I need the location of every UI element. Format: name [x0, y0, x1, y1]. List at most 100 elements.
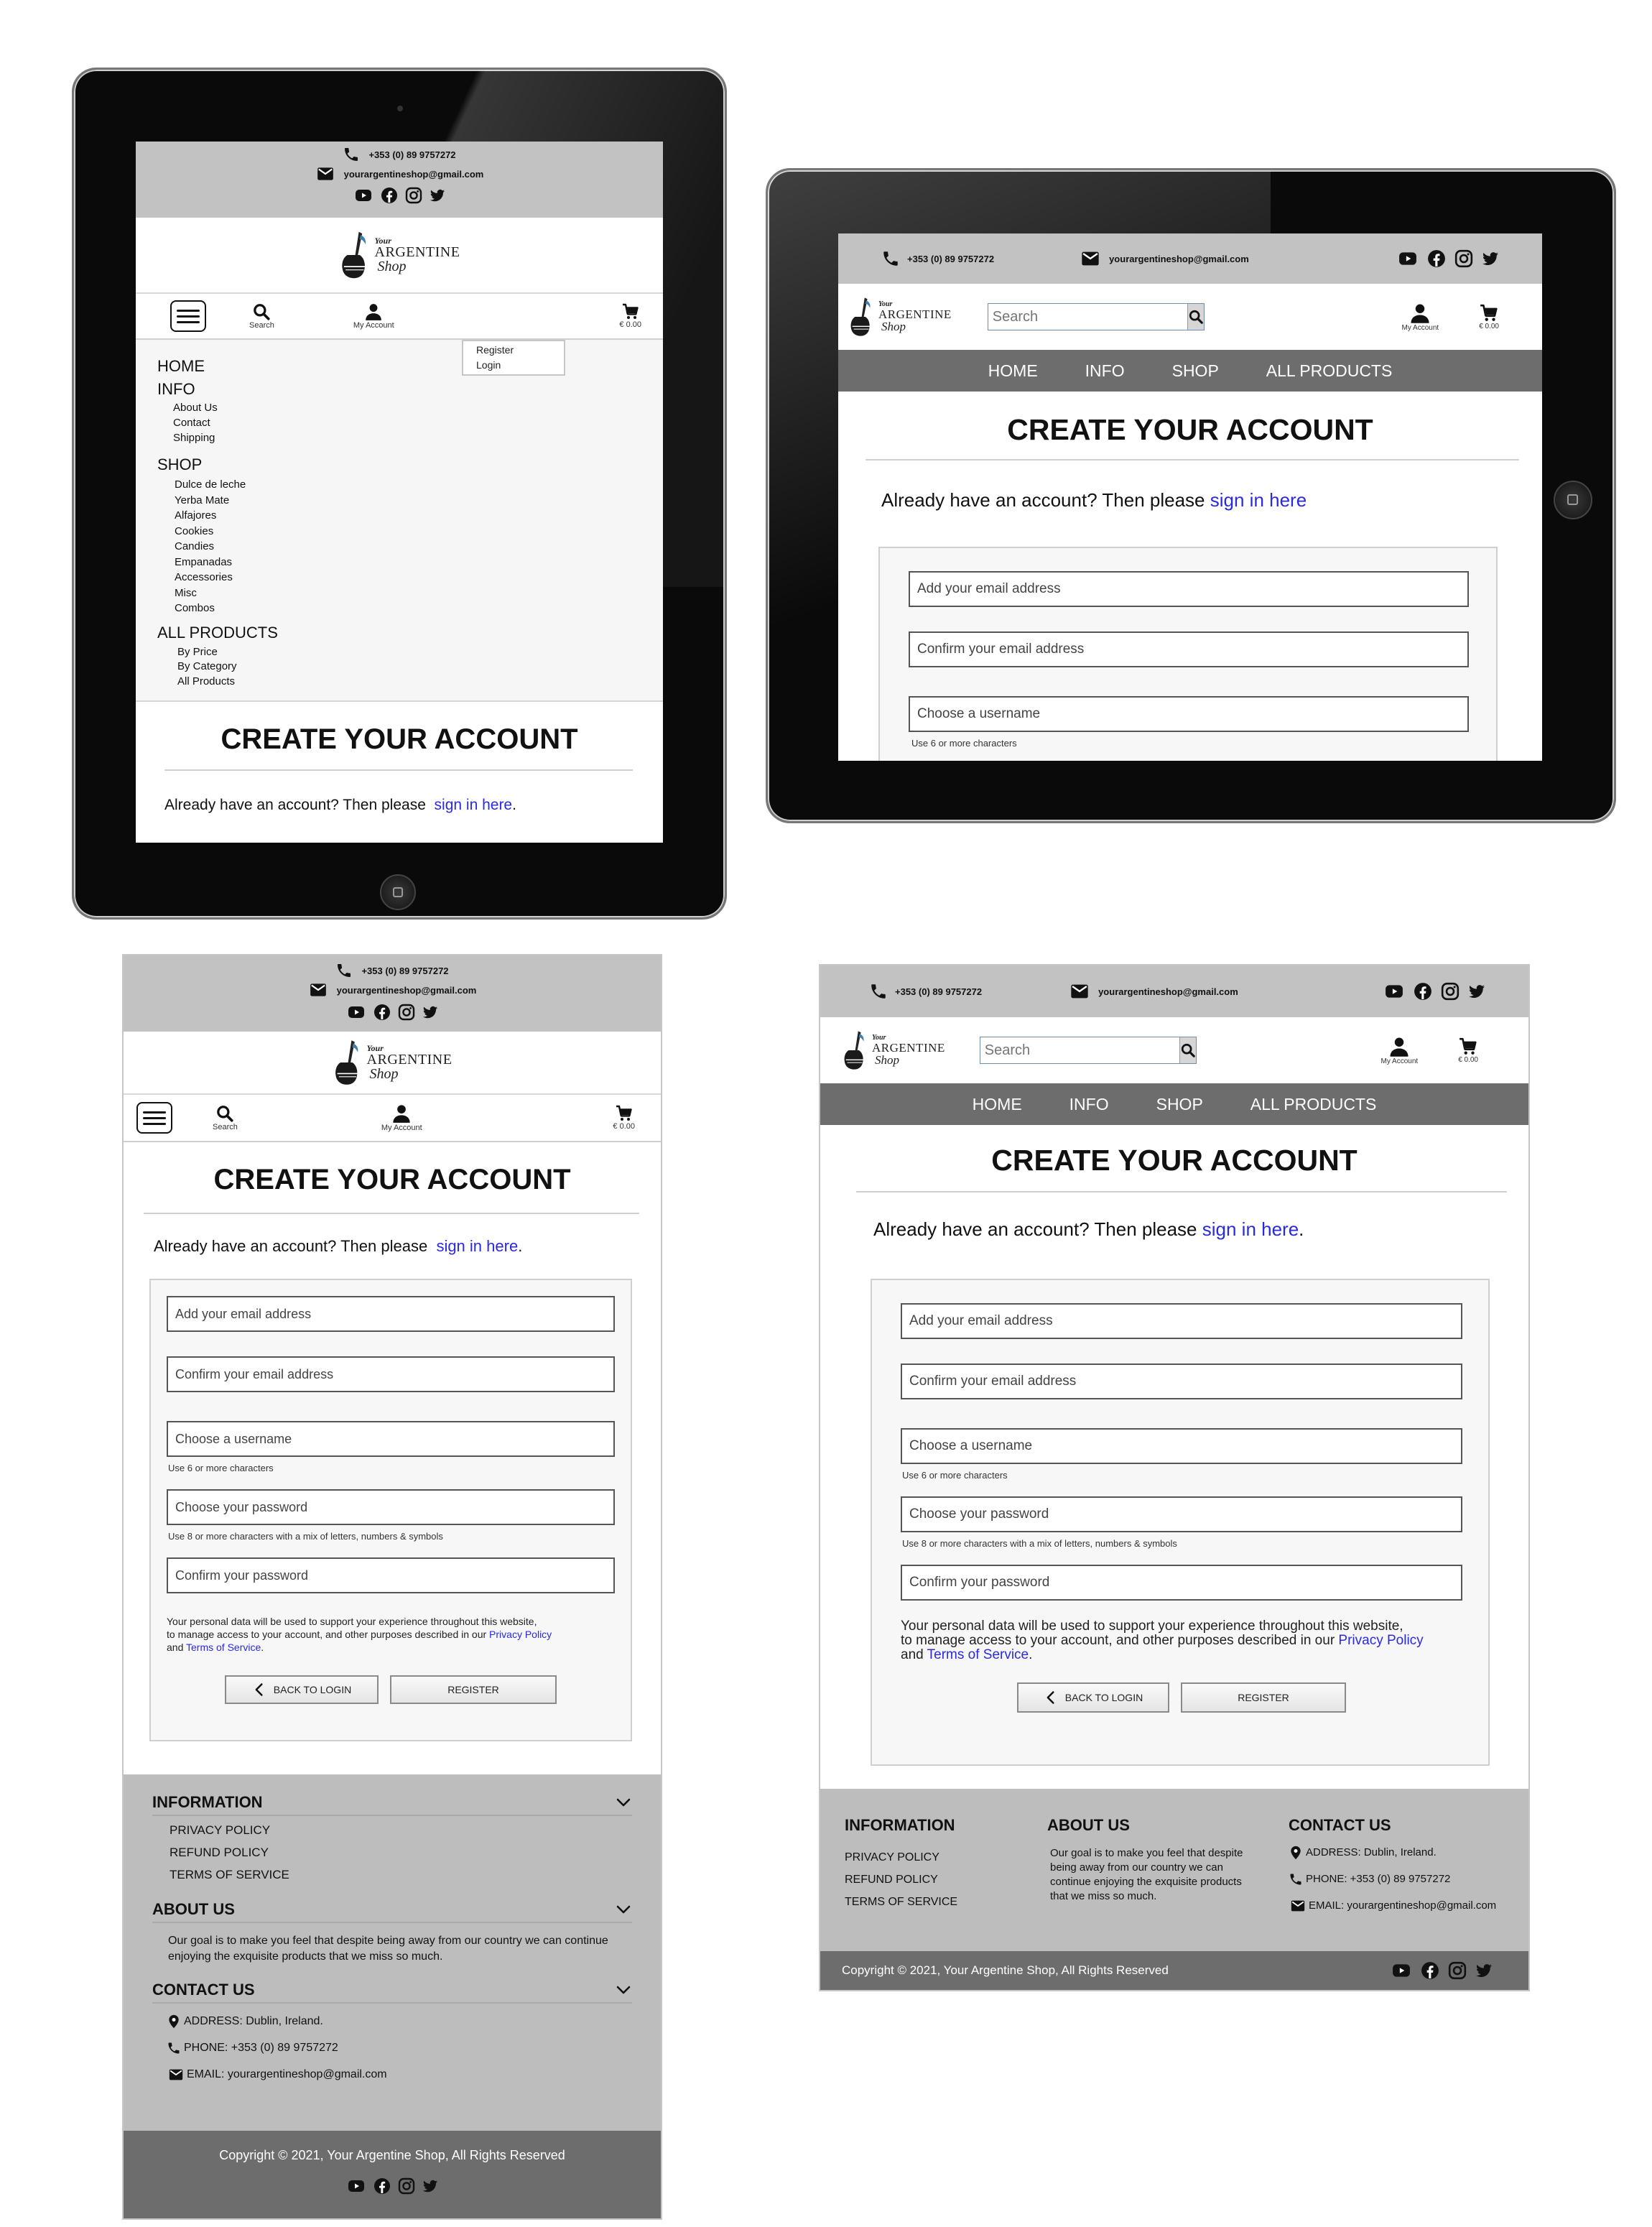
confirm-password-field[interactable] — [901, 1565, 1462, 1601]
footer-refund-link[interactable]: REFUND POLICY — [170, 1841, 632, 1863]
password-field[interactable] — [901, 1496, 1462, 1532]
twitter-icon[interactable] — [1468, 983, 1485, 1000]
privacy-policy-link[interactable]: Privacy Policy — [1338, 1633, 1423, 1648]
topbar-email[interactable]: yourargentineshop@gmail.com — [1109, 254, 1249, 264]
cart-button[interactable]: € 0.00 — [619, 303, 641, 329]
menu-item-misc[interactable]: Misc — [175, 585, 663, 601]
menu-item-yerba-mate[interactable]: Yerba Mate — [175, 493, 663, 509]
instagram-icon[interactable] — [398, 2177, 415, 2195]
site-logo[interactable]: Your ARGENTINE Shop — [339, 230, 460, 280]
footer-privacy-link[interactable]: PRIVACY POLICY — [170, 1819, 632, 1841]
facebook-icon[interactable] — [1421, 1961, 1439, 1980]
twitter-icon[interactable] — [1475, 1962, 1493, 1979]
register-button[interactable]: REGISTER — [390, 1675, 557, 1704]
menu-item-dulce-de-leche[interactable]: Dulce de leche — [175, 477, 663, 493]
instagram-icon[interactable] — [1454, 249, 1473, 268]
hamburger-menu-button[interactable] — [170, 300, 206, 332]
menu-all-products[interactable]: ALL PRODUCTS — [157, 621, 663, 645]
footer-email[interactable]: EMAIL: yourargentineshop@gmail.com — [187, 2061, 387, 2088]
topbar-email[interactable]: yourargentineshop@gmail.com — [344, 169, 484, 180]
terms-link[interactable]: Terms of Service — [927, 1647, 1029, 1662]
menu-item-alfajores[interactable]: Alfajores — [175, 508, 663, 524]
home-button[interactable] — [380, 874, 416, 910]
terms-link[interactable]: Terms of Service — [186, 1642, 261, 1653]
nav-info[interactable]: INFO — [1069, 1095, 1109, 1114]
username-field[interactable] — [901, 1428, 1462, 1464]
youtube-icon[interactable] — [1397, 249, 1419, 268]
menu-item-empanadas[interactable]: Empanadas — [175, 555, 663, 570]
menu-item-contact[interactable]: Contact — [173, 415, 663, 430]
youtube-icon[interactable] — [353, 187, 373, 204]
password-field[interactable] — [167, 1489, 615, 1525]
dropdown-login[interactable]: Login — [476, 358, 564, 373]
cart-button[interactable]: € 0.00 — [613, 1105, 635, 1131]
menu-shop[interactable]: SHOP — [157, 453, 663, 477]
twitter-icon[interactable] — [1482, 250, 1499, 267]
hamburger-menu-button[interactable] — [136, 1102, 172, 1134]
youtube-icon[interactable] — [346, 1004, 366, 1021]
twitter-icon[interactable] — [422, 2178, 438, 2194]
search-submit-button[interactable] — [1179, 1037, 1196, 1063]
facebook-icon[interactable] — [373, 2177, 391, 2195]
facebook-icon[interactable] — [1414, 982, 1432, 1001]
footer-contact-header[interactable]: CONTACT US — [152, 1981, 632, 2004]
confirm-email-field[interactable] — [167, 1356, 615, 1392]
nav-all-products[interactable]: ALL PRODUCTS — [1266, 361, 1393, 381]
menu-item-by-price[interactable]: By Price — [177, 645, 663, 660]
confirm-email-field[interactable] — [901, 1363, 1462, 1399]
site-logo[interactable]: Your ARGENTINE Shop — [333, 1039, 453, 1086]
menu-item-cookies[interactable]: Cookies — [175, 524, 663, 540]
home-button[interactable] — [1554, 481, 1592, 519]
footer-privacy-link[interactable]: PRIVACY POLICY — [845, 1846, 957, 1869]
menu-item-candies[interactable]: Candies — [175, 539, 663, 555]
dropdown-register[interactable]: Register — [476, 343, 564, 358]
cart-button[interactable]: € 0.00 — [1458, 1037, 1478, 1064]
my-account-button[interactable]: My Account — [353, 302, 394, 330]
facebook-icon[interactable] — [381, 187, 398, 204]
signin-link[interactable]: sign in here — [1202, 1218, 1299, 1240]
nav-shop[interactable]: SHOP — [1172, 361, 1219, 381]
menu-item-shipping[interactable]: Shipping — [173, 430, 663, 445]
nav-all-products[interactable]: ALL PRODUCTS — [1250, 1095, 1377, 1114]
menu-home[interactable]: HOME — [157, 354, 663, 379]
email-field[interactable] — [167, 1296, 615, 1332]
menu-item-all-products[interactable]: All Products — [177, 675, 663, 690]
search-input[interactable] — [988, 304, 1187, 330]
back-to-login-button[interactable]: BACK TO LOGIN — [225, 1675, 379, 1704]
search-button[interactable]: Search — [249, 302, 274, 330]
signin-link[interactable]: sign in here — [1210, 489, 1307, 511]
facebook-icon[interactable] — [1427, 249, 1446, 268]
my-account-button[interactable]: My Account — [381, 1103, 422, 1132]
youtube-icon[interactable] — [1383, 982, 1405, 1001]
menu-item-by-category[interactable]: By Category — [177, 659, 663, 675]
signin-link[interactable]: sign in here — [436, 1237, 518, 1255]
twitter-icon[interactable] — [430, 187, 445, 203]
nav-home[interactable]: HOME — [988, 361, 1038, 381]
footer-refund-link[interactable]: REFUND POLICY — [845, 1869, 957, 1891]
nav-shop[interactable]: SHOP — [1156, 1095, 1203, 1114]
username-field[interactable] — [909, 696, 1469, 732]
facebook-icon[interactable] — [373, 1004, 391, 1021]
username-field[interactable] — [167, 1421, 615, 1457]
nav-home[interactable]: HOME — [973, 1095, 1022, 1114]
footer-about-header[interactable]: ABOUT US — [152, 1900, 632, 1923]
cart-button[interactable]: € 0.00 — [1479, 304, 1499, 330]
search-submit-button[interactable] — [1187, 304, 1204, 330]
my-account-button[interactable]: My Account — [1401, 302, 1439, 332]
footer-terms-link[interactable]: TERMS OF SERVICE — [170, 1863, 632, 1886]
youtube-icon[interactable] — [1391, 1961, 1412, 1980]
footer-information-header[interactable]: INFORMATION — [152, 1793, 632, 1816]
instagram-icon[interactable] — [405, 187, 422, 204]
email-field[interactable] — [901, 1303, 1462, 1339]
back-to-login-button[interactable]: BACK TO LOGIN — [1017, 1682, 1169, 1713]
instagram-icon[interactable] — [1441, 982, 1460, 1001]
footer-terms-link[interactable]: TERMS OF SERVICE — [845, 1891, 957, 1913]
confirm-password-field[interactable] — [167, 1557, 615, 1593]
nav-info[interactable]: INFO — [1085, 361, 1125, 381]
menu-item-combos[interactable]: Combos — [175, 601, 663, 616]
privacy-policy-link[interactable]: Privacy Policy — [489, 1629, 552, 1640]
signin-link[interactable]: sign in here — [435, 797, 513, 813]
instagram-icon[interactable] — [1448, 1961, 1467, 1980]
email-field[interactable] — [909, 571, 1469, 607]
youtube-icon[interactable] — [346, 2177, 366, 2195]
